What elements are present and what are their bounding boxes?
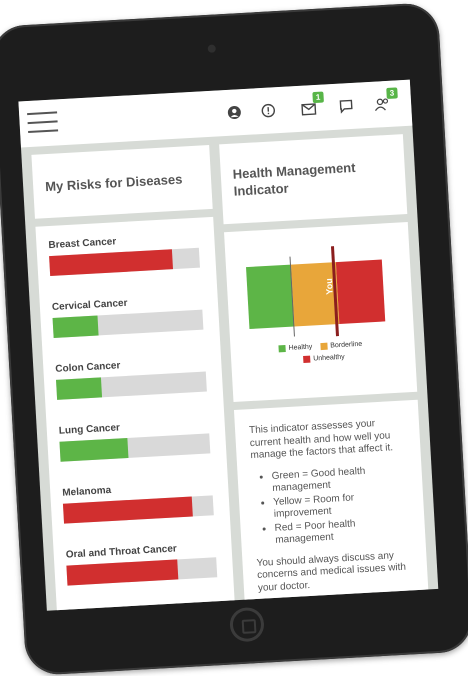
unhealthy-segment — [335, 259, 386, 324]
risk-bar-track — [59, 433, 211, 462]
risk-label: Breast Cancer — [48, 236, 117, 252]
info-intro: This indicator assesses your current hea… — [248, 418, 394, 462]
alert-icon[interactable] — [259, 101, 278, 120]
risks-list-card: Breast Cancer Cervical Cancer Colon Canc… — [35, 216, 236, 611]
risk-bar-fill — [66, 559, 179, 586]
risk-bar-fill — [56, 377, 103, 400]
chart-legend: Healthy Borderline — [278, 341, 362, 353]
risks-title-card: My Risks for Diseases — [31, 144, 213, 219]
you-marker-label: You — [323, 278, 335, 295]
legend-swatch — [320, 342, 328, 351]
risk-bar-fill — [62, 496, 193, 524]
people-icon[interactable]: 3 — [373, 87, 398, 114]
indicator-info-card: This indicator assesses your current hea… — [233, 399, 429, 610]
tablet-device: 1 3 My Risks for Diseases Breast Cancer … — [0, 2, 468, 676]
indicator-bar — [246, 259, 386, 330]
legend-borderline: Borderline — [320, 340, 363, 351]
account-icon[interactable] — [225, 103, 244, 122]
risk-bar-track — [56, 371, 207, 400]
risk-bar-track — [49, 247, 200, 277]
info-outro: You should always discuss any concerns a… — [256, 549, 407, 594]
legend-row-2: Unhealthy — [303, 353, 345, 364]
legend-swatch — [278, 345, 286, 353]
risk-bar-track — [66, 557, 218, 586]
indicator-title-card: Health Management Indicator — [219, 134, 408, 225]
indicator-chart-card: You Healthy Borderline Unhealthy — [224, 222, 418, 403]
legend-unhealthy: Unhealthy — [303, 353, 345, 364]
risk-label: Melanoma — [62, 484, 112, 499]
legend-healthy: Healthy — [278, 343, 313, 353]
legend-borderline-label: Borderline — [330, 340, 363, 350]
risk-bar-fill — [52, 315, 99, 338]
risk-bar-track — [52, 309, 204, 338]
people-badge: 3 — [386, 87, 398, 99]
risk-label: Lung Cancer — [58, 422, 121, 437]
risk-bar-fill — [49, 249, 174, 277]
risk-label: Cervical Cancer — [51, 297, 128, 313]
chat-icon[interactable] — [337, 97, 356, 116]
legend-unhealthy-label: Unhealthy — [313, 353, 345, 363]
info-bullets: Green = Good health management Yellow = … — [251, 463, 415, 549]
inbox-icon[interactable]: 1 — [299, 91, 324, 118]
risk-label: Oral and Throat Cancer — [65, 543, 178, 561]
indicator-title: Health Management Indicator — [232, 159, 356, 199]
legend-healthy-label: Healthy — [288, 343, 313, 352]
risk-label: Colon Cancer — [55, 360, 121, 375]
app-screen: 1 3 My Risks for Diseases Breast Cancer … — [18, 79, 439, 611]
legend-swatch — [303, 355, 311, 364]
hamburger-menu-icon[interactable] — [27, 111, 59, 135]
risks-title: My Risks for Diseases — [44, 171, 183, 195]
risk-bar-track — [62, 495, 214, 524]
healthy-segment — [246, 264, 295, 330]
inbox-badge: 1 — [312, 91, 324, 104]
indicator-info-text: This indicator assesses your current hea… — [249, 416, 418, 595]
risk-bar-fill — [59, 438, 128, 462]
